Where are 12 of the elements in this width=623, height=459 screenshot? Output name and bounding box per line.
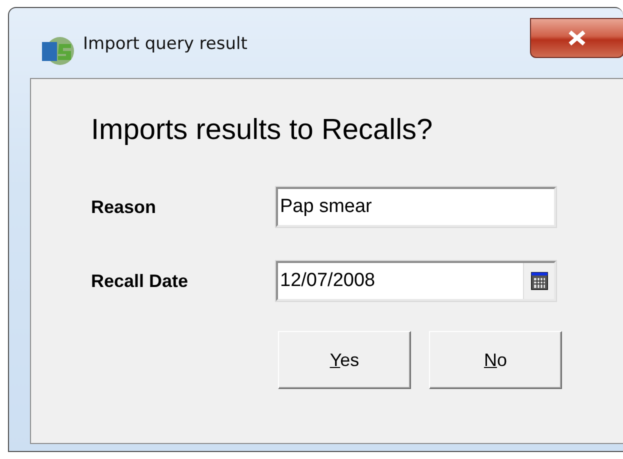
dialog-button[interactable]: No xyxy=(429,331,562,389)
close-icon xyxy=(567,30,587,46)
window-title: Import query result xyxy=(83,34,248,54)
calendar-icon[interactable] xyxy=(530,272,548,290)
date-field[interactable]: 12/07/2008 xyxy=(276,261,556,301)
app-logo-icon xyxy=(41,36,75,66)
field-label: Recall Date xyxy=(91,270,190,292)
dialog-button[interactable]: Yes xyxy=(278,331,411,389)
field-label: Reason xyxy=(91,196,158,218)
close-button[interactable] xyxy=(530,18,623,58)
reason-field[interactable]: Pap smear xyxy=(276,187,556,227)
dialog-question: Imports results to Recalls? xyxy=(91,114,434,147)
